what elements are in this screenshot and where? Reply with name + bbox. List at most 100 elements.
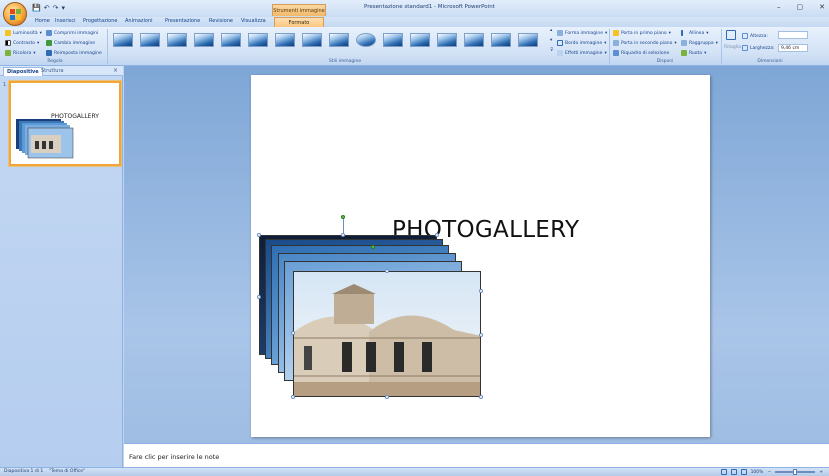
tab-outline[interactable]: Struttura (38, 67, 67, 76)
slide-sorter-icon[interactable] (730, 469, 737, 475)
picture-style-thumb[interactable] (167, 33, 187, 47)
notes-pane[interactable]: Fare clic per inserire le note (124, 443, 829, 467)
resize-handle[interactable] (479, 395, 483, 399)
pane-tabs: Diapositive Struttura × (0, 66, 123, 76)
compress-icon (46, 30, 52, 36)
resize-handle[interactable] (435, 233, 439, 237)
restore-button[interactable]: ▢ (797, 3, 804, 11)
picture-style-thumb[interactable] (437, 33, 457, 47)
undo-icon[interactable]: ↶ (44, 4, 50, 12)
resize-handle[interactable] (479, 289, 483, 293)
rotation-handle[interactable] (371, 245, 375, 249)
redo-icon[interactable]: ↷ (53, 4, 59, 12)
zoom-level[interactable]: 100% (751, 470, 764, 475)
tab-view[interactable]: Visualizza (241, 18, 266, 24)
minimize-button[interactable]: – (777, 3, 781, 11)
gallery-scroll-down[interactable]: ▾ (550, 38, 552, 43)
picture-style-thumb[interactable] (383, 33, 403, 47)
picture-style-thumb[interactable] (410, 33, 430, 47)
context-tab-group-label: Strumenti immagine (272, 4, 326, 16)
contrast-button[interactable]: Contrasto ▾ (5, 40, 39, 46)
picture-style-thumb[interactable] (329, 33, 349, 47)
tab-insert[interactable]: Inserisci (55, 18, 76, 24)
picture-shape-button[interactable]: Forma immagine ▾ (557, 30, 607, 36)
picture-style-thumb[interactable] (140, 33, 160, 47)
group-button[interactable]: Raggruppa ▾ (681, 40, 718, 46)
tab-animations[interactable]: Animazioni (125, 18, 153, 24)
reset-picture-button[interactable]: Reimposta immagine (46, 50, 102, 56)
office-logo-icon (10, 9, 21, 20)
compress-pictures-button[interactable]: Comprimi immagini (46, 30, 98, 36)
picture-style-thumb[interactable] (518, 33, 538, 47)
tab-design[interactable]: Progettazione (83, 18, 118, 24)
rotate-button[interactable]: Ruota ▾ (681, 50, 706, 56)
brightness-button[interactable]: Luminosità ▾ (5, 30, 42, 36)
align-icon (681, 30, 687, 36)
width-input[interactable]: 9,46 cm (778, 44, 808, 52)
zoom-slider[interactable] (775, 469, 816, 475)
picture-style-thumb[interactable] (356, 33, 376, 47)
picture-style-thumb[interactable] (302, 33, 322, 47)
resize-handle[interactable] (341, 233, 345, 237)
selection-pane-icon (613, 50, 619, 56)
resize-handle[interactable] (385, 395, 389, 399)
tab-slideshow[interactable]: Presentazione (165, 18, 200, 24)
picture-effects-button[interactable]: Effetti immagine ▾ (557, 50, 607, 56)
tab-review[interactable]: Revisione (209, 18, 233, 24)
slide[interactable]: PHOTOGALLERY (251, 75, 710, 437)
border-icon (557, 40, 563, 46)
picture-style-thumb[interactable] (113, 33, 133, 47)
normal-view-icon[interactable] (720, 469, 727, 475)
status-left: Diapositiva 1 di 1 "Tema di Office" (4, 469, 85, 474)
gallery-more[interactable]: ⊽ (550, 48, 553, 53)
picture-style-thumb[interactable] (248, 33, 268, 47)
thumbnail-photo-stack (16, 119, 74, 159)
status-right: 100% − + (720, 469, 823, 475)
send-back-icon (613, 40, 619, 46)
rotation-handle[interactable] (341, 215, 345, 219)
selection-pane-button[interactable]: Riquadro di selezione (613, 50, 669, 56)
close-button[interactable]: ✕ (819, 3, 825, 11)
sun-icon (5, 30, 11, 36)
picture-style-thumb[interactable] (491, 33, 511, 47)
resize-handle[interactable] (385, 269, 389, 273)
picture-border-button[interactable]: Bordo immagine ▾ (557, 40, 606, 46)
recolor-icon (5, 50, 11, 56)
resize-handle[interactable] (291, 395, 295, 399)
recolor-button[interactable]: Ricolora ▾ (5, 50, 35, 56)
picture-style-thumb[interactable] (221, 33, 241, 47)
zoom-slider-knob[interactable] (793, 469, 798, 475)
zoom-out-button[interactable]: − (767, 470, 771, 475)
save-icon[interactable]: 💾 (32, 4, 41, 12)
tab-home[interactable]: Home (35, 18, 50, 24)
align-button[interactable]: Allinea ▾ (681, 30, 708, 36)
photo-building[interactable] (293, 271, 481, 397)
change-picture-button[interactable]: Cambia immagine (46, 40, 95, 46)
send-to-back-button[interactable]: Porta in secondo piano ▾ (613, 40, 677, 46)
tab-slides[interactable]: Diapositive (3, 67, 43, 76)
office-button[interactable] (3, 2, 27, 26)
window-title: Presentazione standard1 - Microsoft Powe… (364, 4, 495, 10)
crop-icon-large[interactable] (726, 30, 736, 40)
resize-handle[interactable] (257, 295, 261, 299)
zoom-in-button[interactable]: + (819, 470, 823, 475)
height-input[interactable] (778, 31, 808, 39)
crop-button[interactable]: Ritaglia (724, 45, 741, 50)
picture-style-thumb[interactable] (275, 33, 295, 47)
gallery-scroll-up[interactable]: ▴ (550, 28, 552, 33)
picture-style-thumb[interactable] (194, 33, 214, 47)
customize-qat-icon[interactable]: ▾ (61, 4, 65, 12)
title-bar: 💾 ↶ ↷ ▾ Strumenti immagine Presentazione… (0, 0, 829, 17)
slide-thumbnail[interactable]: PHOTOGALLERY (9, 81, 121, 166)
bring-to-front-button[interactable]: Porta in primo piano ▾ (613, 30, 671, 36)
building-photo-image (294, 272, 480, 396)
resize-handle[interactable] (257, 233, 261, 237)
close-pane-icon[interactable]: × (113, 67, 118, 74)
picture-style-thumb[interactable] (464, 33, 484, 47)
group-label-arrange: Disponi (656, 59, 674, 64)
tab-format[interactable]: Formato (274, 17, 324, 27)
resize-handle[interactable] (479, 333, 483, 337)
resize-handle[interactable] (291, 331, 295, 335)
slideshow-icon[interactable] (740, 469, 747, 475)
group-icon (681, 40, 687, 46)
